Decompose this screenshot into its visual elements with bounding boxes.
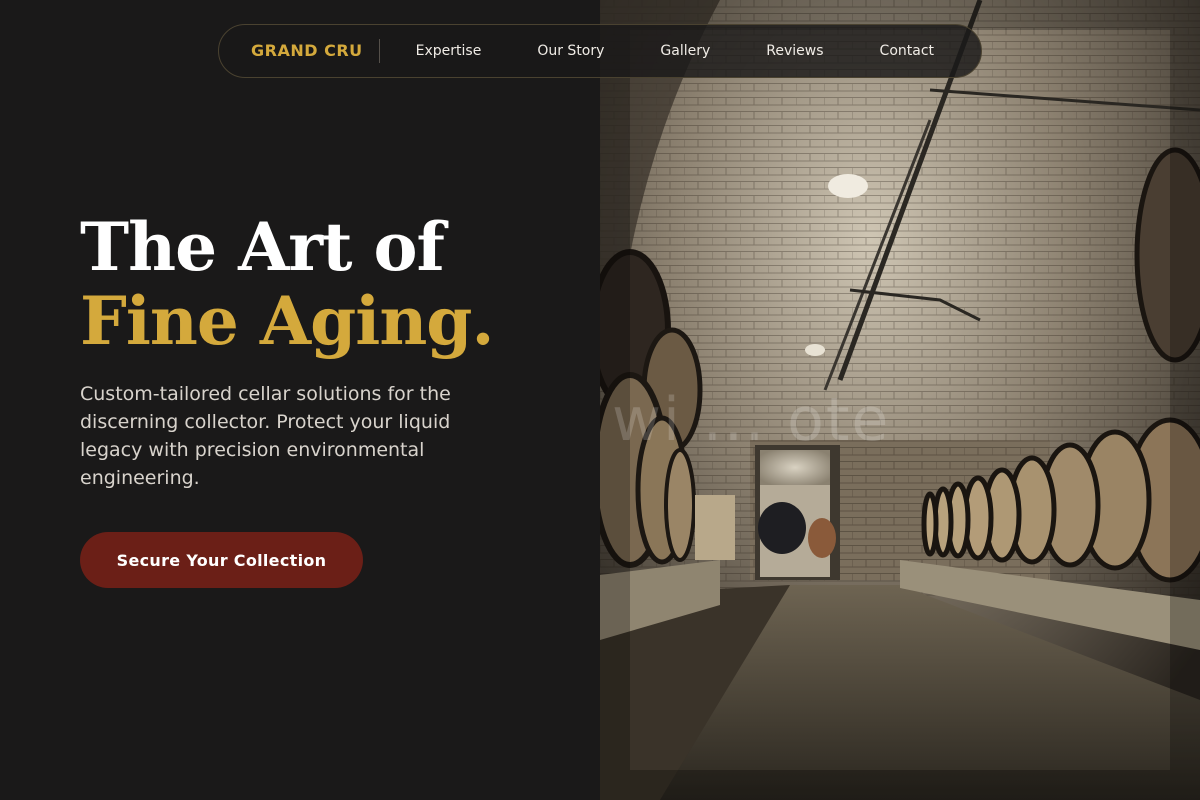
nav-link-expertise[interactable]: Expertise xyxy=(416,43,482,59)
nav-link-reviews[interactable]: Reviews xyxy=(766,43,823,59)
hero-description: Custom-tailored cellar solutions for the… xyxy=(80,383,451,489)
nav-link-contact[interactable]: Contact xyxy=(880,43,934,59)
nav-links: Expertise Our Story Gallery Reviews Cont… xyxy=(416,43,934,59)
hero-title-accent: Fine Aging. xyxy=(80,282,494,360)
hero-title: The Art of Fine Aging. xyxy=(80,208,494,360)
top-navbar: GRAND CRU Expertise Our Story Gallery Re… xyxy=(218,24,982,78)
secure-collection-button[interactable]: Secure Your Collection xyxy=(80,532,363,588)
brand-logo[interactable]: GRAND CRU xyxy=(251,39,380,63)
cellar-photo xyxy=(600,0,1200,800)
nav-link-gallery[interactable]: Gallery xyxy=(660,43,710,59)
hero-title-line1: The Art of xyxy=(80,208,445,286)
nav-link-our-story[interactable]: Our Story xyxy=(537,43,604,59)
